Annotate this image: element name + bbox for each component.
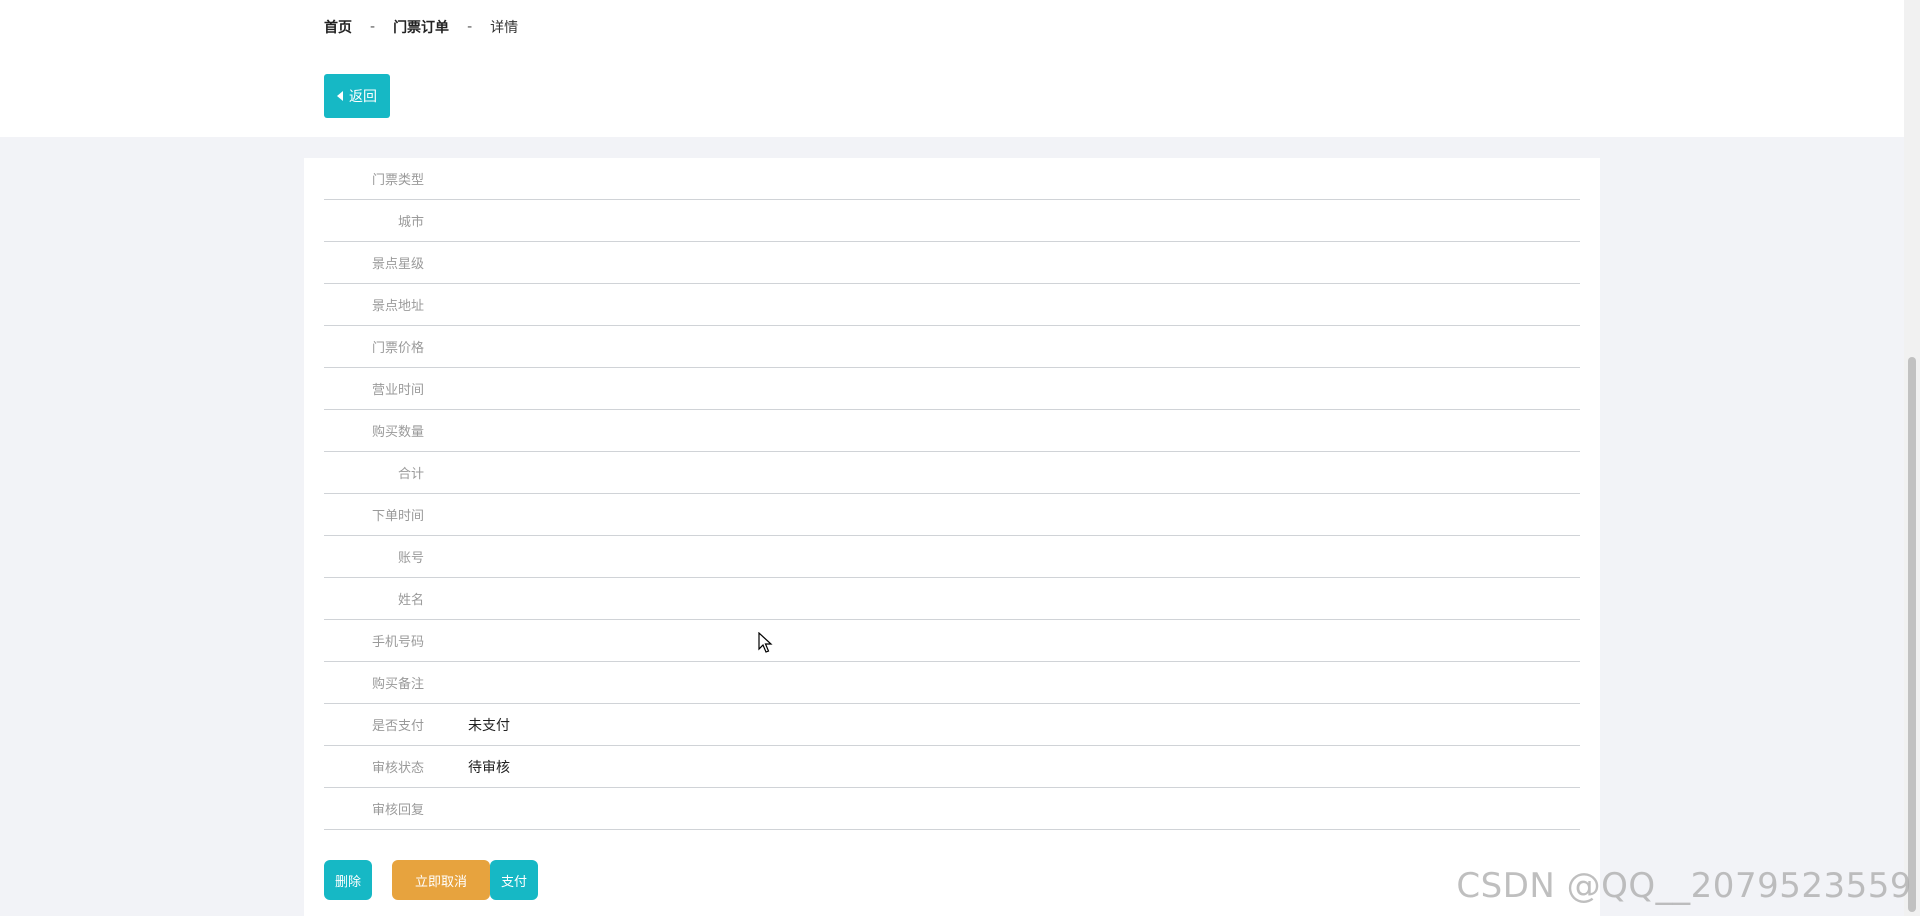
detail-row: 营业时间 — [324, 368, 1580, 410]
breadcrumb-current: 详情 — [490, 20, 519, 36]
detail-row: 审核回复 — [324, 788, 1580, 830]
detail-label: 营业时间 — [371, 383, 424, 398]
cancel-order-button[interactable]: 立即取消 — [392, 860, 490, 900]
detail-row: 购买备注 — [324, 662, 1580, 704]
detail-label: 合计 — [397, 467, 424, 482]
detail-row: 景点星级 — [324, 242, 1580, 284]
detail-row: 下单时间 — [324, 494, 1580, 536]
detail-row: 门票类型 — [324, 158, 1580, 200]
breadcrumb: 首页 - 门票订单 - 详情 — [324, 16, 518, 38]
detail-row: 购买数量 — [324, 410, 1580, 452]
detail-label: 下单时间 — [371, 509, 424, 524]
detail-card: 门票类型城市景点星级景点地址门票价格营业时间购买数量合计下单时间账号姓名手机号码… — [304, 158, 1600, 916]
detail-row: 姓名 — [324, 578, 1580, 620]
detail-label: 景点地址 — [371, 299, 424, 314]
back-button[interactable]: 返回 — [324, 74, 390, 118]
detail-label: 姓名 — [397, 593, 424, 608]
detail-row: 合计 — [324, 452, 1580, 494]
pay-button[interactable]: 支付 — [490, 860, 538, 900]
detail-row: 账号 — [324, 536, 1580, 578]
watermark: CSDN @QQ__2079523559 — [1456, 866, 1912, 906]
detail-row: 是否支付 未支付 — [324, 704, 1580, 746]
detail-row: 审核状态 待审核 — [324, 746, 1580, 788]
header-area: 首页 - 门票订单 - 详情 返回 — [0, 0, 1904, 137]
detail-row: 门票价格 — [324, 326, 1580, 368]
detail-label: 购买数量 — [371, 425, 424, 440]
breadcrumb-home[interactable]: 首页 — [324, 17, 352, 37]
detail-list: 门票类型城市景点星级景点地址门票价格营业时间购买数量合计下单时间账号姓名手机号码… — [324, 158, 1580, 830]
back-button-label: 返回 — [349, 89, 377, 105]
detail-label: 账号 — [397, 551, 424, 566]
detail-label: 城市 — [397, 215, 424, 230]
detail-label: 审核状态 — [371, 761, 424, 776]
caret-left-icon — [337, 91, 343, 101]
mouse-cursor-icon — [758, 632, 773, 653]
detail-label: 门票类型 — [371, 173, 424, 188]
action-bar: 删除 立即取消 支付 — [324, 860, 538, 900]
detail-label: 是否支付 — [371, 719, 424, 734]
breadcrumb-separator: - — [467, 19, 473, 35]
detail-value: 未支付 — [468, 717, 510, 734]
detail-label: 景点星级 — [371, 257, 424, 272]
detail-label: 手机号码 — [371, 635, 424, 650]
delete-button[interactable]: 删除 — [324, 860, 372, 900]
detail-label: 门票价格 — [371, 341, 424, 356]
detail-row: 景点地址 — [324, 284, 1580, 326]
detail-row: 城市 — [324, 200, 1580, 242]
scrollbar[interactable] — [1904, 0, 1920, 916]
scrollbar-thumb[interactable] — [1908, 357, 1916, 912]
detail-value: 待审核 — [468, 759, 510, 776]
detail-label: 审核回复 — [371, 803, 424, 818]
detail-row: 手机号码 — [324, 620, 1580, 662]
breadcrumb-orders[interactable]: 门票订单 — [393, 17, 449, 37]
breadcrumb-separator: - — [370, 19, 376, 35]
detail-label: 购买备注 — [371, 677, 424, 692]
